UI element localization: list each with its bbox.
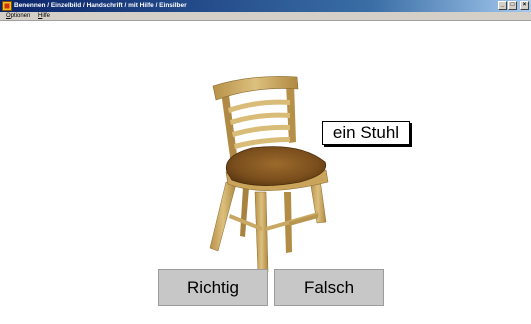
richtig-button[interactable]: Richtig: [158, 269, 268, 306]
menu-item-hilfe-label: ilfe: [42, 13, 51, 19]
app-icon: [2, 1, 12, 11]
menu-bar: Optionen Hilfe: [0, 12, 531, 21]
window-titlebar[interactable]: Benennen / Einzelbild / Handschrift / mi…: [0, 0, 531, 12]
window-controls: _ □ ×: [498, 1, 529, 11]
word-card: ein Stuhl: [322, 121, 410, 145]
minimize-icon[interactable]: _: [498, 1, 507, 10]
falsch-button[interactable]: Falsch: [274, 269, 384, 306]
maximize-icon[interactable]: □: [508, 1, 517, 10]
menu-item-optionen[interactable]: Optionen: [6, 12, 30, 21]
menu-item-optionen-label: ptionen: [10, 13, 31, 19]
window-title: Benennen / Einzelbild / Handschrift / mi…: [14, 2, 187, 9]
menu-item-hilfe[interactable]: Hilfe: [38, 12, 50, 21]
exercise-area: ein Stuhl Richtig Falsch: [0, 22, 531, 324]
close-icon[interactable]: ×: [520, 1, 529, 10]
